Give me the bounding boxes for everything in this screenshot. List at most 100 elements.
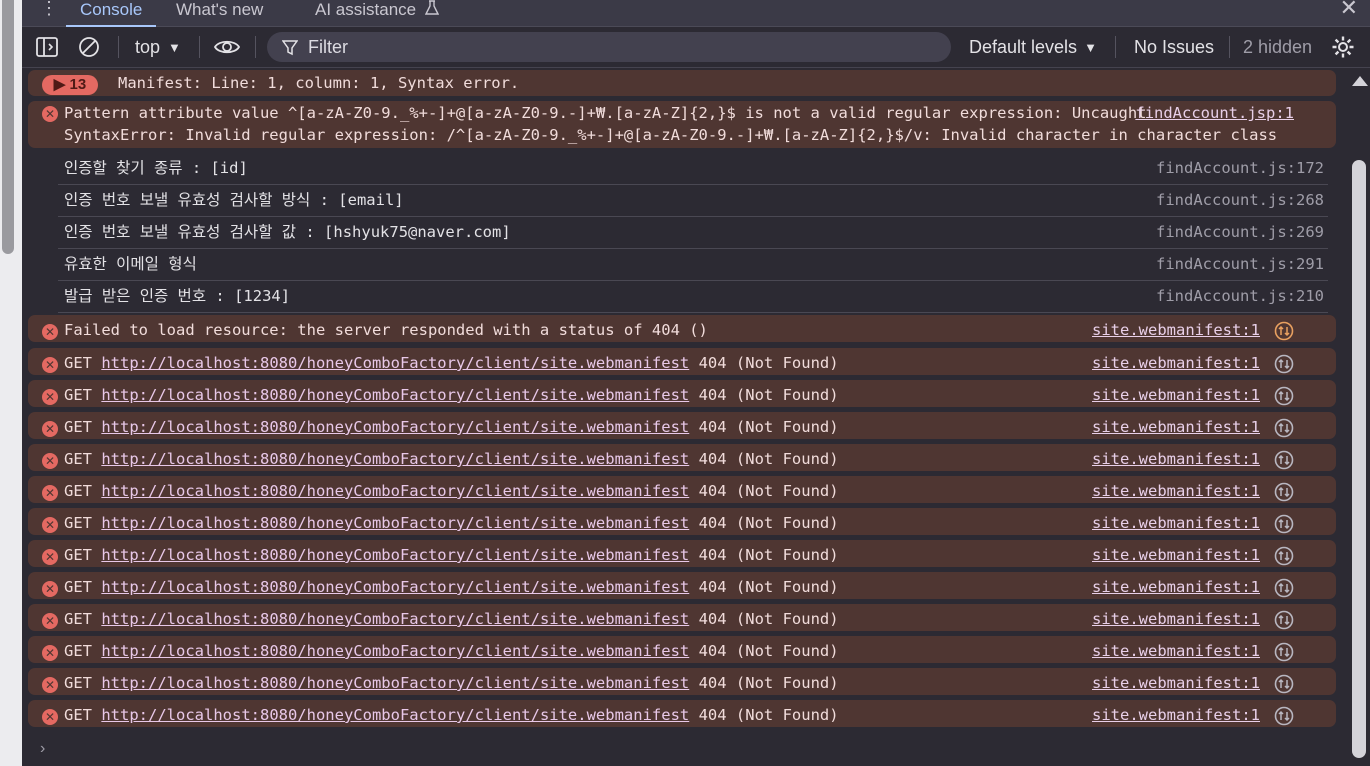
console-prompt-chevron-icon[interactable]: › <box>40 740 45 758</box>
error-icon: ✕ <box>42 645 58 661</box>
message-text: GET http://localhost:8080/honeyComboFact… <box>64 608 839 630</box>
source-link[interactable]: findAccount.js:268 <box>1156 189 1324 211</box>
message-text: GET http://localhost:8080/honeyComboFact… <box>64 704 839 726</box>
log-message: 유효한 이메일 형식 findAccount.js:291 <box>58 249 1328 281</box>
issues-button[interactable]: No Issues <box>1134 27 1214 67</box>
status-text: 404 (Not Found) <box>698 450 839 468</box>
source-link[interactable]: findAccount.js:291 <box>1156 253 1324 275</box>
source-link[interactable]: findAccount.jsp:1 <box>1135 102 1294 124</box>
network-request-icon[interactable] <box>1274 386 1294 410</box>
settings-gear-icon[interactable] <box>1331 27 1355 67</box>
message-text: SyntaxError: Invalid regular expression:… <box>64 126 1278 144</box>
message-text: GET http://localhost:8080/honeyComboFact… <box>64 576 839 598</box>
network-request-icon[interactable] <box>1274 674 1294 698</box>
request-url-link[interactable]: http://localhost:8080/honeyComboFactory/… <box>101 674 689 692</box>
more-tabs-icon[interactable]: ⋮ <box>40 0 58 19</box>
message-text: GET http://localhost:8080/honeyComboFact… <box>64 448 839 470</box>
source-link[interactable]: site.webmanifest:1 <box>1092 576 1260 598</box>
source-link[interactable]: site.webmanifest:1 <box>1092 384 1260 406</box>
network-request-icon[interactable] <box>1274 514 1294 538</box>
error-icon: ✕ <box>42 485 58 501</box>
source-link[interactable]: site.webmanifest:1 <box>1092 704 1260 726</box>
network-request-icon[interactable] <box>1274 321 1294 345</box>
http-method: GET <box>64 354 92 372</box>
page-scrollbar-thumb[interactable] <box>2 0 14 254</box>
tab-console[interactable]: Console <box>65 0 157 27</box>
network-request-icon[interactable] <box>1274 482 1294 506</box>
message-text: GET http://localhost:8080/honeyComboFact… <box>64 512 839 534</box>
console-scrollbar[interactable] <box>1348 68 1370 766</box>
close-devtools-icon[interactable]: ✕ <box>1340 0 1358 20</box>
flask-icon <box>424 0 439 15</box>
clear-console-icon[interactable] <box>78 27 100 67</box>
network-request-icon[interactable] <box>1274 418 1294 442</box>
scrollbar-thumb[interactable] <box>1352 160 1366 758</box>
network-request-icon[interactable] <box>1274 546 1294 570</box>
get-404-error: ✕ GET http://localhost:8080/honeyComboFac… <box>28 604 1336 631</box>
live-expression-eye-icon[interactable] <box>213 27 241 67</box>
source-link[interactable]: site.webmanifest:1 <box>1092 319 1260 341</box>
network-request-icon[interactable] <box>1274 354 1294 378</box>
source-link[interactable]: site.webmanifest:1 <box>1092 672 1260 694</box>
message-text: Manifest: Line: 1, column: 1, Syntax err… <box>118 74 520 92</box>
source-link[interactable]: site.webmanifest:1 <box>1092 512 1260 534</box>
request-url-link[interactable]: http://localhost:8080/honeyComboFactory/… <box>101 642 689 660</box>
network-request-icon[interactable] <box>1274 578 1294 602</box>
status-text: 404 (Not Found) <box>698 706 839 724</box>
request-url-link[interactable]: http://localhost:8080/honeyComboFactory/… <box>101 354 689 372</box>
context-selector[interactable]: top ▼ <box>135 27 181 67</box>
network-request-icon[interactable] <box>1274 642 1294 666</box>
request-url-link[interactable]: http://localhost:8080/honeyComboFactory/… <box>101 482 689 500</box>
devtools-panel: ⋮ Console What's new AI assistance ✕ top… <box>22 0 1370 766</box>
network-request-icon[interactable] <box>1274 706 1294 730</box>
request-url-link[interactable]: http://localhost:8080/honeyComboFactory/… <box>101 610 689 628</box>
scroll-up-arrow-icon[interactable] <box>1352 76 1368 86</box>
filter-input[interactable]: Filter <box>267 32 951 62</box>
request-url-link[interactable]: http://localhost:8080/honeyComboFactory/… <box>101 514 689 532</box>
console-messages: ▶ 13 Manifest: Line: 1, column: 1, Synta… <box>22 68 1348 766</box>
get-404-error: ✕ GET http://localhost:8080/honeyComboFac… <box>28 444 1336 471</box>
source-link[interactable]: site.webmanifest:1 <box>1092 640 1260 662</box>
request-url-link[interactable]: http://localhost:8080/honeyComboFactory/… <box>101 450 689 468</box>
source-link[interactable]: site.webmanifest:1 <box>1092 352 1260 374</box>
http-method: GET <box>64 706 92 724</box>
source-link[interactable]: findAccount.js:172 <box>1156 157 1324 179</box>
source-link[interactable]: site.webmanifest:1 <box>1092 544 1260 566</box>
request-url-link[interactable]: http://localhost:8080/honeyComboFactory/… <box>101 706 689 724</box>
source-link[interactable]: site.webmanifest:1 <box>1092 608 1260 630</box>
request-url-link[interactable]: http://localhost:8080/honeyComboFactory/… <box>101 578 689 596</box>
get-404-error: ✕ GET http://localhost:8080/honeyComboFac… <box>28 508 1336 535</box>
get-404-error: ✕ GET http://localhost:8080/honeyComboFac… <box>28 572 1336 599</box>
message-text: GET http://localhost:8080/honeyComboFact… <box>64 640 839 662</box>
status-text: 404 (Not Found) <box>698 482 839 500</box>
request-url-link[interactable]: http://localhost:8080/honeyComboFactory/… <box>101 546 689 564</box>
sidebar-toggle-icon[interactable] <box>36 27 58 67</box>
error-icon: ✕ <box>42 106 58 122</box>
repeat-count-badge[interactable]: ▶ 13 <box>42 75 98 95</box>
tab-ai-assistance[interactable]: AI assistance <box>315 0 439 26</box>
source-link[interactable]: findAccount.js:210 <box>1156 285 1324 307</box>
source-link[interactable]: findAccount.js:269 <box>1156 221 1324 243</box>
toolbar-divider <box>1115 36 1116 58</box>
log-levels-dropdown[interactable]: Default levels ▼ <box>969 27 1097 67</box>
message-text: GET http://localhost:8080/honeyComboFact… <box>64 672 839 694</box>
hidden-count: 2 hidden <box>1243 36 1313 57</box>
request-url-link[interactable]: http://localhost:8080/honeyComboFactory/… <box>101 418 689 436</box>
status-text: 404 (Not Found) <box>698 354 839 372</box>
http-method: GET <box>64 418 92 436</box>
message-text: 인증 번호 보낼 유효성 검사할 방식 : [email] <box>64 191 404 209</box>
tab-whats-new[interactable]: What's new <box>176 0 263 26</box>
http-method: GET <box>64 514 92 532</box>
get-404-error: ✕ GET http://localhost:8080/honeyComboFac… <box>28 380 1336 407</box>
status-text: 404 (Not Found) <box>698 642 839 660</box>
manifest-error-group[interactable]: ▶ 13 Manifest: Line: 1, column: 1, Synta… <box>28 70 1336 96</box>
network-request-icon[interactable] <box>1274 450 1294 474</box>
source-link[interactable]: site.webmanifest:1 <box>1092 480 1260 502</box>
get-404-error: ✕ GET http://localhost:8080/honeyComboFac… <box>28 540 1336 567</box>
source-link[interactable]: site.webmanifest:1 <box>1092 416 1260 438</box>
source-link[interactable]: site.webmanifest:1 <box>1092 448 1260 470</box>
request-url-link[interactable]: http://localhost:8080/honeyComboFactory/… <box>101 386 689 404</box>
network-request-icon[interactable] <box>1274 610 1294 634</box>
error-icon: ✕ <box>42 709 58 725</box>
error-icon: ✕ <box>42 324 58 340</box>
